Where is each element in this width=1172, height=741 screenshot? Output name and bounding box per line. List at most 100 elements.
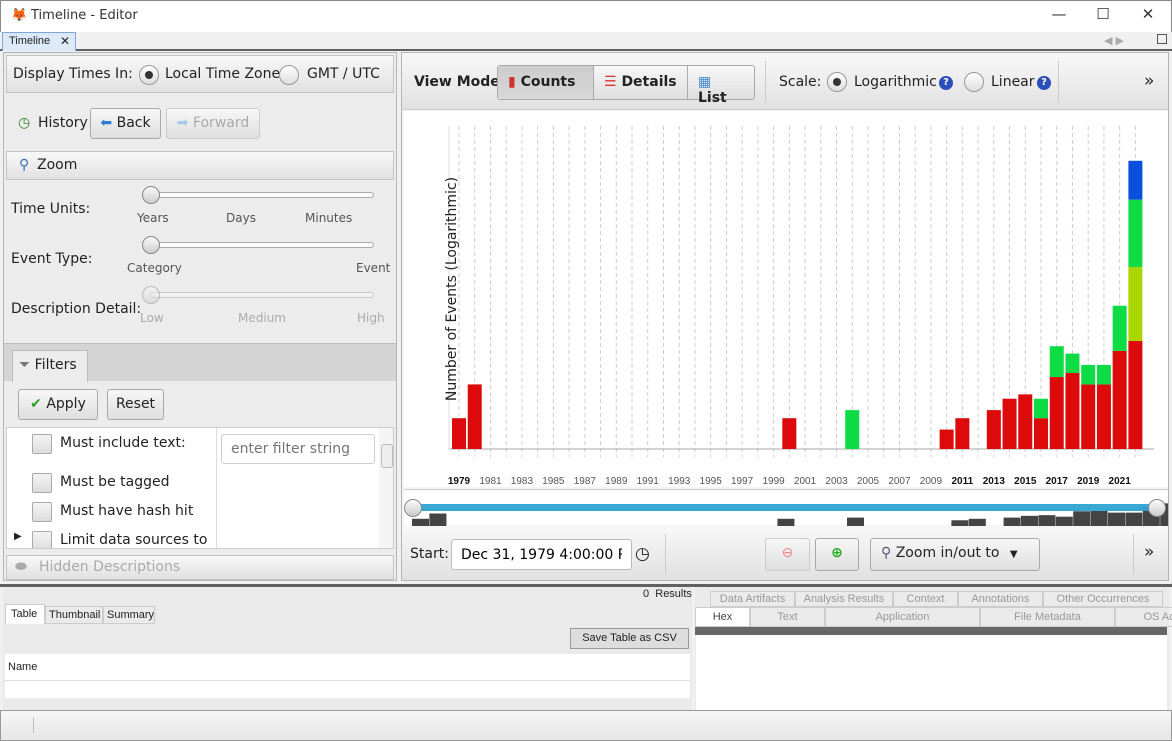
- must-include-text-checkbox[interactable]: [32, 434, 52, 454]
- description-detail-slider-knob[interactable]: [142, 286, 160, 304]
- viewer-tab-analysis-results[interactable]: Analysis Results: [795, 591, 893, 607]
- scrollbar-thumb[interactable]: [381, 444, 393, 468]
- back-button[interactable]: ⬅ Back: [90, 108, 161, 139]
- tab-table[interactable]: Table: [5, 604, 45, 624]
- viewer-tab-context[interactable]: Context: [893, 591, 958, 607]
- gmt-label[interactable]: GMT / UTC: [307, 66, 380, 82]
- viewer-tab-hex[interactable]: Hex: [695, 607, 750, 627]
- x-tick-label: 1991: [637, 476, 660, 487]
- time-units-slider-knob[interactable]: [142, 186, 160, 204]
- forward-button[interactable]: ➡ Forward: [166, 108, 260, 139]
- bar-segment: [1081, 384, 1096, 449]
- start-label: Start:: [410, 546, 449, 562]
- event-type-slider[interactable]: [150, 242, 374, 248]
- tab-filters[interactable]: ⏷ Filters: [12, 350, 88, 382]
- maximize-button[interactable]: ☐: [1088, 5, 1118, 27]
- hidden-descriptions-header[interactable]: ⬬ Hidden Descriptions: [6, 555, 394, 580]
- counts-label: Counts: [520, 74, 576, 90]
- filter-string-input[interactable]: [221, 434, 375, 464]
- bottom-overflow-button[interactable]: »: [1144, 542, 1154, 562]
- list-mode-button[interactable]: ▦ List: [688, 66, 754, 106]
- reset-button[interactable]: Reset: [107, 389, 164, 420]
- tick-high: High: [357, 311, 385, 325]
- start-date-input[interactable]: [451, 539, 632, 570]
- must-have-hash-hit-label: Must have hash hit: [60, 503, 194, 519]
- zoom-out-button[interactable]: ⊖: [765, 538, 810, 571]
- zoom-header[interactable]: ⚲ Zoom: [6, 151, 394, 180]
- x-tick-label: 1981: [479, 476, 502, 487]
- range-slider-bar[interactable]: [412, 504, 1156, 511]
- tab-scroll-left-icon[interactable]: ◀ ▶: [1104, 34, 1124, 47]
- close-tab-icon[interactable]: ✕: [60, 34, 70, 48]
- bar-segment: [1096, 364, 1111, 385]
- y-axis-label: Number of Events (Logarithmic): [444, 176, 461, 402]
- viewer-tab-data-artifacts[interactable]: Data Artifacts: [710, 591, 795, 607]
- details-mode-button[interactable]: ☰ Details: [594, 66, 688, 99]
- counts-mode-button[interactable]: ▮ Counts: [498, 66, 594, 99]
- viewer-tab-annotations[interactable]: Annotations: [958, 591, 1043, 607]
- maximize-tab-icon[interactable]: [1157, 34, 1167, 44]
- bar-segment: [1034, 418, 1049, 449]
- description-detail-slider[interactable]: [150, 292, 374, 298]
- bar-segment: [1112, 305, 1127, 351]
- bar-segment: [939, 429, 954, 449]
- name-column-header[interactable]: Name: [5, 654, 690, 681]
- must-have-hash-hit-checkbox[interactable]: [32, 502, 52, 522]
- viewer-tab-application[interactable]: Application: [825, 607, 980, 627]
- timeline-panel: View Mode: ▮ Counts ☰ Details ▦ List Sca…: [401, 52, 1172, 581]
- linear-help-icon[interactable]: ?: [1037, 76, 1051, 90]
- counts-chart[interactable]: 1979 1981 1983 1985 1987 1989 1991 1993 1995 1997…: [404, 111, 1168, 487]
- minimize-button[interactable]: —: [1044, 5, 1074, 27]
- minimap-bar: [1038, 515, 1056, 526]
- minimap-bar: [1090, 510, 1108, 526]
- viewer-tab-file-metadata[interactable]: File Metadata: [980, 607, 1115, 627]
- minimap-bar: [412, 518, 429, 526]
- must-be-tagged-checkbox[interactable]: [32, 473, 52, 493]
- tab-timeline[interactable]: Timeline ✕: [2, 32, 76, 51]
- tick-low: Low: [140, 311, 164, 325]
- close-window-button[interactable]: ✕: [1133, 5, 1163, 27]
- apply-button[interactable]: ✔ Apply: [18, 389, 98, 420]
- local-tz-label[interactable]: Local Time Zone: [165, 66, 280, 82]
- range-minimap[interactable]: [404, 489, 1172, 526]
- logarithmic-label[interactable]: Logarithmic: [854, 74, 937, 90]
- range-start-handle[interactable]: [404, 499, 422, 517]
- save-csv-button[interactable]: Save Table as CSV: [570, 628, 689, 649]
- viewer-tab-text[interactable]: Text: [750, 607, 825, 627]
- bar-segment: [1128, 160, 1143, 200]
- event-type-slider-knob[interactable]: [142, 236, 160, 254]
- local-tz-radio[interactable]: [139, 65, 159, 85]
- range-end-handle[interactable]: [1148, 499, 1166, 517]
- minimap-bar: [429, 513, 447, 526]
- minimap-bar: [1125, 512, 1143, 526]
- x-tick-label: 2003: [825, 476, 848, 487]
- limit-data-sources-checkbox[interactable]: [32, 531, 52, 548]
- gmt-radio[interactable]: [279, 65, 299, 85]
- zoom-to-dropdown[interactable]: ⚲ Zoom in/out to ▼: [870, 538, 1040, 571]
- results-number: 0: [643, 588, 650, 600]
- minimap-bar: [1021, 515, 1038, 526]
- toolbar-overflow-button[interactable]: »: [1144, 71, 1154, 91]
- bottom-controls: Start: ◷ ⊖ ⊕ ⚲ Zoom in/out to ▼ »: [402, 526, 1168, 580]
- viewer-tab-os-account[interactable]: OS Account: [1115, 607, 1172, 627]
- linear-radio[interactable]: [964, 72, 984, 92]
- x-tick-label: 1979: [448, 476, 471, 487]
- zoom-in-button[interactable]: ⊕: [815, 538, 859, 571]
- bar-segment: [1034, 398, 1049, 419]
- filters-scrollbar[interactable]: [379, 428, 393, 548]
- bar-segment: [1112, 350, 1127, 449]
- x-tick-label: 2009: [920, 476, 943, 487]
- tab-thumbnail[interactable]: Thumbnail: [45, 606, 103, 624]
- logarithmic-radio[interactable]: [827, 72, 847, 92]
- logarithmic-help-icon[interactable]: ?: [939, 76, 953, 90]
- tab-summary[interactable]: Summary: [103, 606, 155, 624]
- window-title: Timeline - Editor: [31, 8, 138, 23]
- viewer-tab-other-occurrences[interactable]: Other Occurrences: [1043, 591, 1163, 607]
- linear-label[interactable]: Linear: [991, 74, 1035, 90]
- expand-triangle-icon[interactable]: ▶: [14, 531, 22, 542]
- bar-segment: [1065, 373, 1080, 449]
- list-icon: ▦: [698, 74, 712, 90]
- clock-icon[interactable]: ◷: [635, 544, 650, 564]
- bar-segment: [1128, 340, 1143, 449]
- time-units-slider[interactable]: [150, 192, 374, 198]
